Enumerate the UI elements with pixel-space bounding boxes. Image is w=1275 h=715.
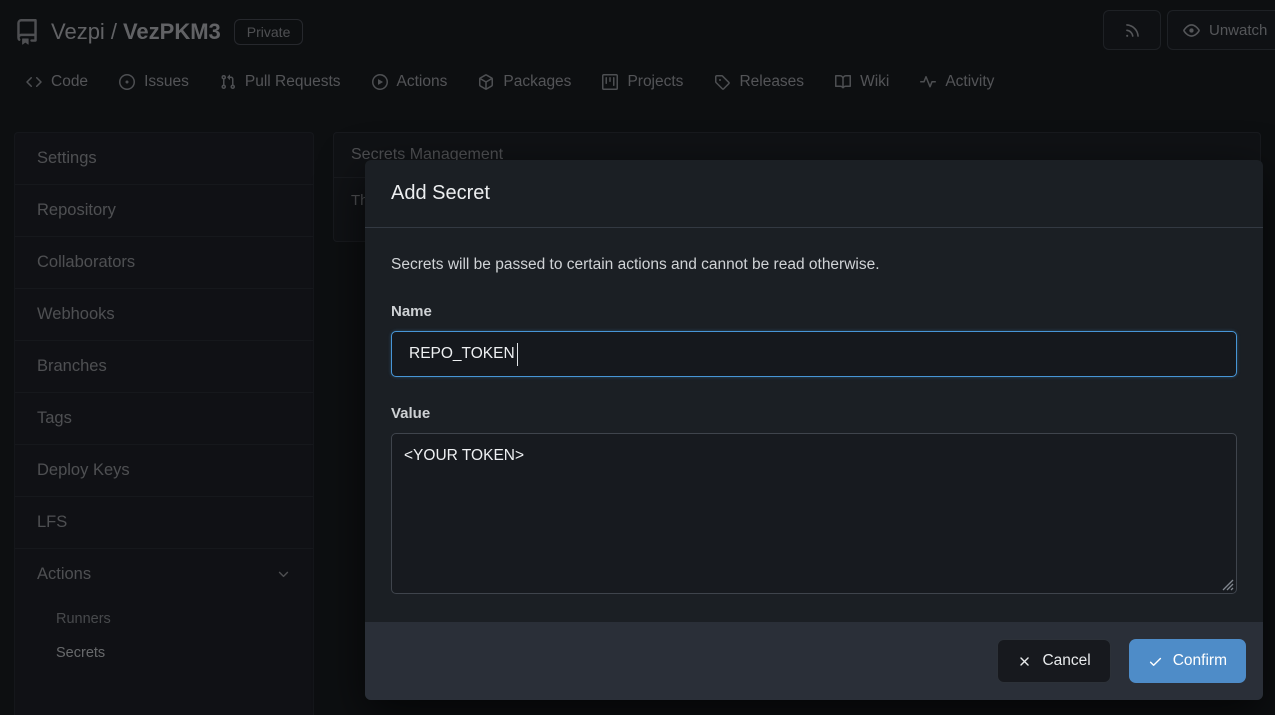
- modal-footer: Cancel Confirm: [365, 622, 1263, 700]
- cancel-label: Cancel: [1042, 652, 1090, 670]
- confirm-label: Confirm: [1173, 652, 1227, 670]
- modal-body: Secrets will be passed to certain action…: [365, 228, 1263, 622]
- x-icon: [1017, 654, 1032, 669]
- name-label: Name: [391, 301, 1237, 322]
- secret-value-textarea[interactable]: [391, 433, 1237, 594]
- add-secret-modal: Add Secret Secrets will be passed to cer…: [365, 160, 1263, 700]
- secret-name-input[interactable]: REPO_TOKEN: [391, 331, 1237, 377]
- text-caret: [517, 343, 519, 366]
- modal-title: Add Secret: [365, 160, 1263, 228]
- value-label: Value: [391, 403, 1237, 424]
- cancel-button[interactable]: Cancel: [997, 639, 1110, 683]
- check-icon: [1148, 654, 1163, 669]
- secret-name-value: REPO_TOKEN: [409, 345, 515, 363]
- confirm-button[interactable]: Confirm: [1129, 639, 1246, 683]
- secret-value-wrap: [391, 433, 1237, 594]
- modal-description: Secrets will be passed to certain action…: [391, 254, 1237, 275]
